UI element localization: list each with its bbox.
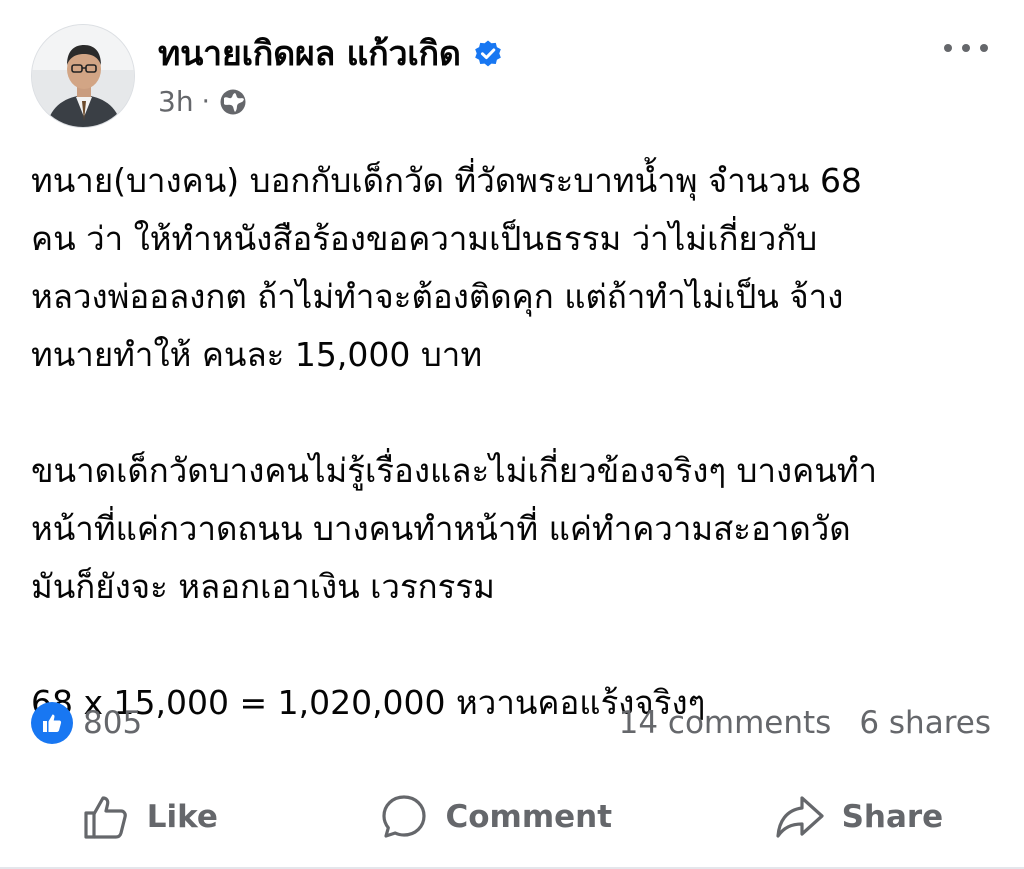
comment-label: Comment	[445, 799, 613, 835]
meta-separator: ·	[201, 87, 210, 117]
more-dot	[962, 44, 970, 52]
avatar-image	[32, 25, 134, 127]
engagement-stats: 805 14 comments 6 shares	[31, 700, 991, 746]
thumbs-up-icon	[81, 792, 131, 842]
more-options-icon[interactable]	[944, 30, 988, 66]
author-name[interactable]: ทนายเกิดผล แก้วเกิด	[158, 30, 461, 78]
reactions-count: 805	[83, 705, 143, 741]
globe-icon[interactable]	[218, 87, 248, 117]
post-paragraph: ทนาย(บางคน) บอกกับเด็กวัด ที่วัดพระบาทน้…	[31, 152, 999, 384]
post-body: ทนาย(บางคน) บอกกับเด็กวัด ที่วัดพระบาทน้…	[31, 152, 999, 732]
post-text-line: มันก็ยังจะ หลอกเอาเงิน เวรกรรม	[31, 567, 495, 606]
post-text-line: ทนาย(บางคน) บอกกับเด็กวัด ที่วัดพระบาทน้…	[31, 161, 862, 200]
shares-count[interactable]: 6 shares	[859, 705, 991, 741]
post-text-line: คน ว่า ให้ทำหนังสือร้องขอความเป็นธรรม ว่…	[31, 219, 818, 258]
post-paragraph: ขนาดเด็กวัดบางคนไม่รู้เรื่องและไม่เกี่ยว…	[31, 442, 999, 616]
author-avatar[interactable]	[31, 24, 135, 128]
like-button[interactable]: Like	[81, 792, 218, 842]
post-text-line: หน้าที่แค่กวาดถนน บางคนทำหน้าที่ แค่ทำคว…	[31, 509, 851, 548]
post-text-line: ขนาดเด็กวัดบางคนไม่รู้เรื่องและไม่เกี่ยว…	[31, 451, 878, 490]
comment-button[interactable]: Comment	[379, 792, 612, 842]
more-dot	[980, 44, 988, 52]
like-reaction-icon	[31, 702, 73, 744]
comments-count[interactable]: 14 comments	[619, 705, 832, 741]
reactions-summary[interactable]: 805	[31, 702, 142, 744]
post-header: ทนายเกิดผล แก้วเกิด	[158, 30, 503, 78]
post-action-bar: Like Comment Share	[0, 780, 1024, 854]
share-label: Share	[841, 799, 944, 835]
more-dot	[944, 44, 952, 52]
post-text-line: ทนายทำให้ คนละ 15,000 บาท	[31, 335, 483, 374]
facebook-post: ทนายเกิดผล แก้วเกิด 3h · ทนาย(บางคน) บอก…	[0, 0, 1024, 869]
share-arrow-icon	[774, 792, 826, 842]
share-button[interactable]: Share	[774, 792, 944, 842]
post-meta: 3h ·	[158, 84, 248, 120]
comment-bubble-icon	[379, 792, 429, 842]
post-text-line: หลวงพ่ออลงกต ถ้าไม่ทำจะต้องติดคุก แต่ถ้า…	[31, 277, 844, 316]
like-label: Like	[146, 799, 218, 835]
post-timestamp[interactable]: 3h	[158, 84, 194, 120]
comment-share-counts: 14 comments 6 shares	[619, 705, 991, 741]
verified-badge-icon	[473, 39, 503, 69]
